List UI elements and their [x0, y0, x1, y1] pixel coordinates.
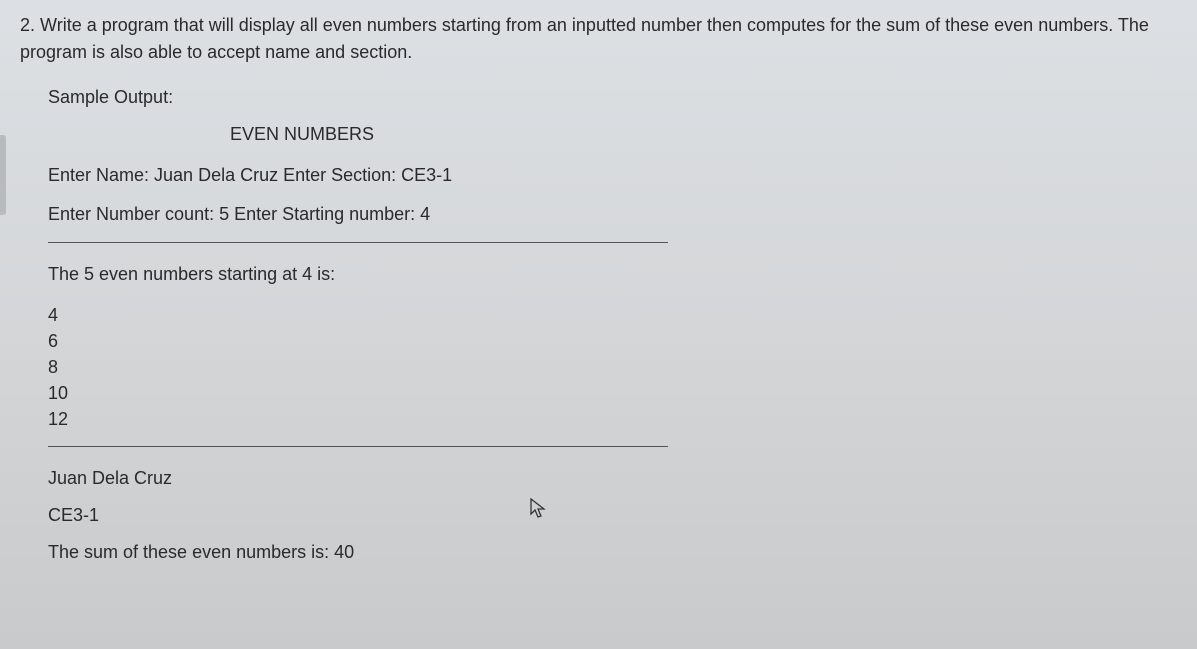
number-item: 4 — [48, 302, 1177, 328]
divider-1 — [48, 242, 668, 243]
left-edge-tab — [0, 135, 6, 215]
question-number: 2. — [20, 15, 35, 35]
result-label: The 5 even numbers starting at 4 is: — [20, 261, 1177, 288]
program-title: EVEN NUMBERS — [20, 121, 1177, 148]
even-numbers-list: 4 6 8 10 12 — [20, 302, 1177, 432]
footer-name: Juan Dela Cruz — [48, 465, 1177, 492]
question-prompt: 2. Write a program that will display all… — [20, 12, 1177, 66]
sample-output-label: Sample Output: — [20, 84, 1177, 111]
number-item: 8 — [48, 354, 1177, 380]
footer-section: CE3-1 — [48, 502, 1177, 529]
input-prompt-line-2: Enter Number count: 5 Enter Starting num… — [20, 201, 1177, 228]
divider-2 — [48, 446, 668, 447]
footer-sum: The sum of these even numbers is: 40 — [48, 539, 1177, 566]
number-item: 6 — [48, 328, 1177, 354]
question-body: Write a program that will display all ev… — [20, 15, 1149, 62]
footer-block: Juan Dela Cruz CE3-1 The sum of these ev… — [20, 465, 1177, 566]
input-prompt-line-1: Enter Name: Juan Dela Cruz Enter Section… — [20, 162, 1177, 189]
number-item: 10 — [48, 380, 1177, 406]
number-item: 12 — [48, 406, 1177, 432]
